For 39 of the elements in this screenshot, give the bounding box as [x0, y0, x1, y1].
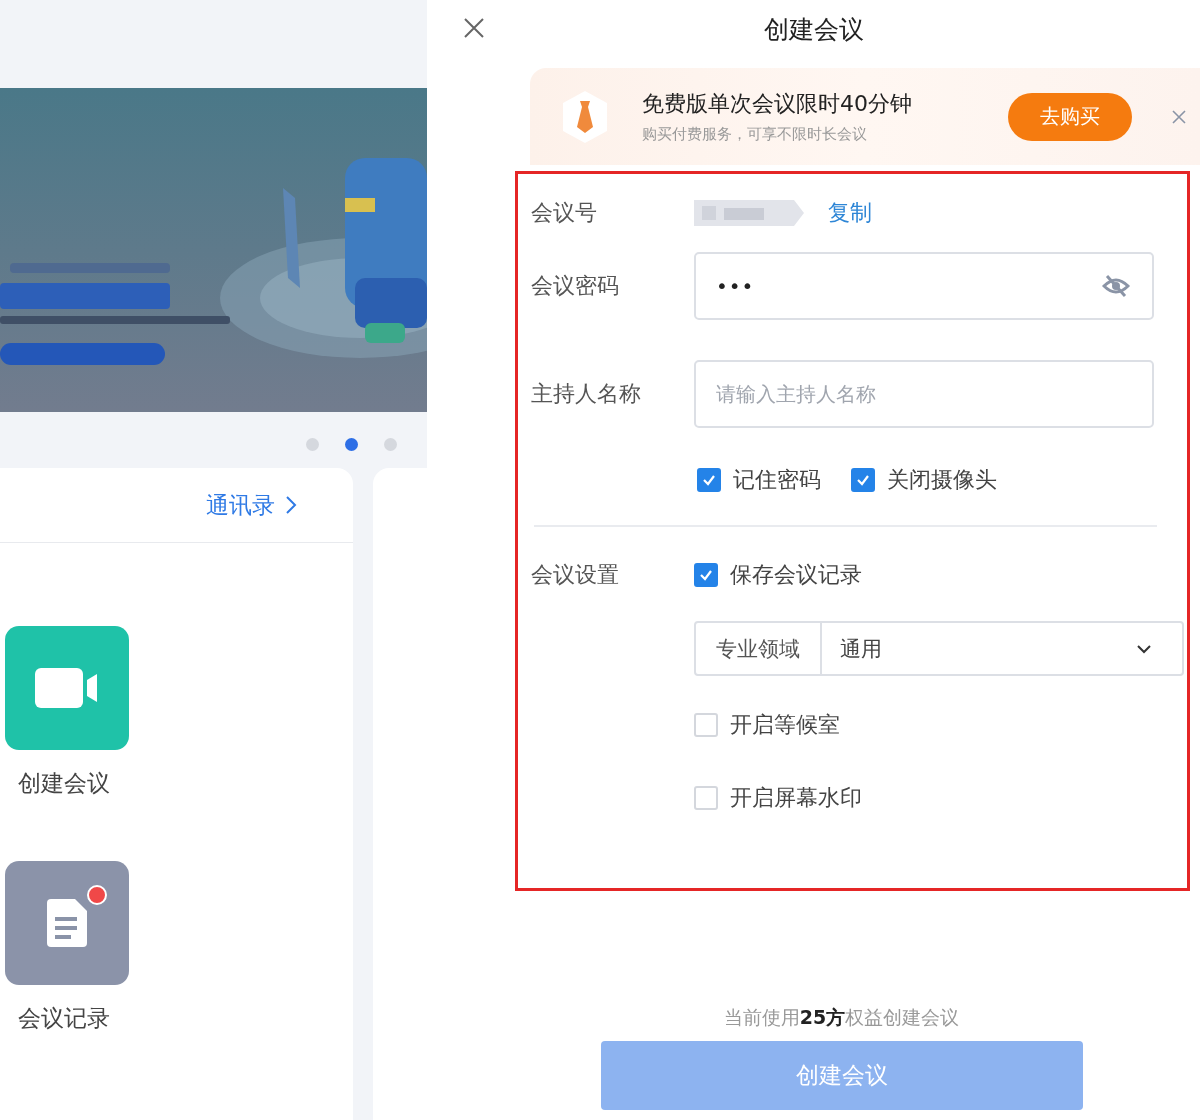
- close-icon[interactable]: [1172, 109, 1186, 124]
- checkbox[interactable]: [694, 563, 718, 587]
- field-label: 会议设置: [531, 561, 620, 589]
- field-label: 会议密码: [531, 272, 620, 300]
- field-label: 会议号: [531, 199, 598, 227]
- checkbox[interactable]: [697, 468, 721, 492]
- close-icon[interactable]: [464, 18, 484, 38]
- tie-icon: [560, 88, 610, 145]
- buy-button[interactable]: 去购买: [1008, 92, 1132, 141]
- carousel-dot[interactable]: [345, 438, 358, 451]
- checkbox-label: 开启屏幕水印: [730, 784, 862, 812]
- video-camera-icon: [35, 668, 99, 708]
- select-label: 专业领域: [696, 623, 822, 674]
- caret-icon: [1136, 643, 1152, 654]
- copy-link[interactable]: 复制: [828, 198, 872, 228]
- carousel-dot[interactable]: [384, 438, 397, 451]
- host-name-field[interactable]: 请输入主持人名称: [694, 360, 1154, 428]
- quota-note: 当前使用25方权益创建会议: [723, 1005, 960, 1030]
- promo-subtitle: 购买付费服务，可享不限时长会议: [642, 125, 868, 144]
- select-value: 通用: [839, 635, 883, 663]
- action-label: 会议记录: [17, 1004, 110, 1033]
- chevron-right-icon: [285, 495, 297, 515]
- promo-title: 免费版单次会议限时40分钟: [642, 90, 913, 118]
- action-label: 创建会议: [17, 769, 110, 798]
- password-field[interactable]: •••: [694, 252, 1154, 320]
- carousel-dot[interactable]: [306, 438, 319, 451]
- domain-select[interactable]: 专业领域 通用: [694, 621, 1184, 676]
- eye-slash-icon[interactable]: [1102, 274, 1130, 298]
- checkbox-label: 保存会议记录: [730, 561, 862, 589]
- action-tile[interactable]: [5, 626, 129, 750]
- field-label: 主持人名称: [531, 380, 642, 408]
- checkbox[interactable]: [851, 468, 875, 492]
- action-tile[interactable]: [5, 861, 129, 985]
- document-icon: [47, 899, 87, 947]
- checkbox-label: 记住密码: [733, 466, 821, 494]
- checkbox-label: 关闭摄像头: [887, 466, 997, 494]
- dialog-title: 创建会议: [763, 13, 864, 46]
- contacts-link[interactable]: 通讯录: [206, 489, 275, 521]
- checkbox-label: 开启等候室: [730, 711, 840, 739]
